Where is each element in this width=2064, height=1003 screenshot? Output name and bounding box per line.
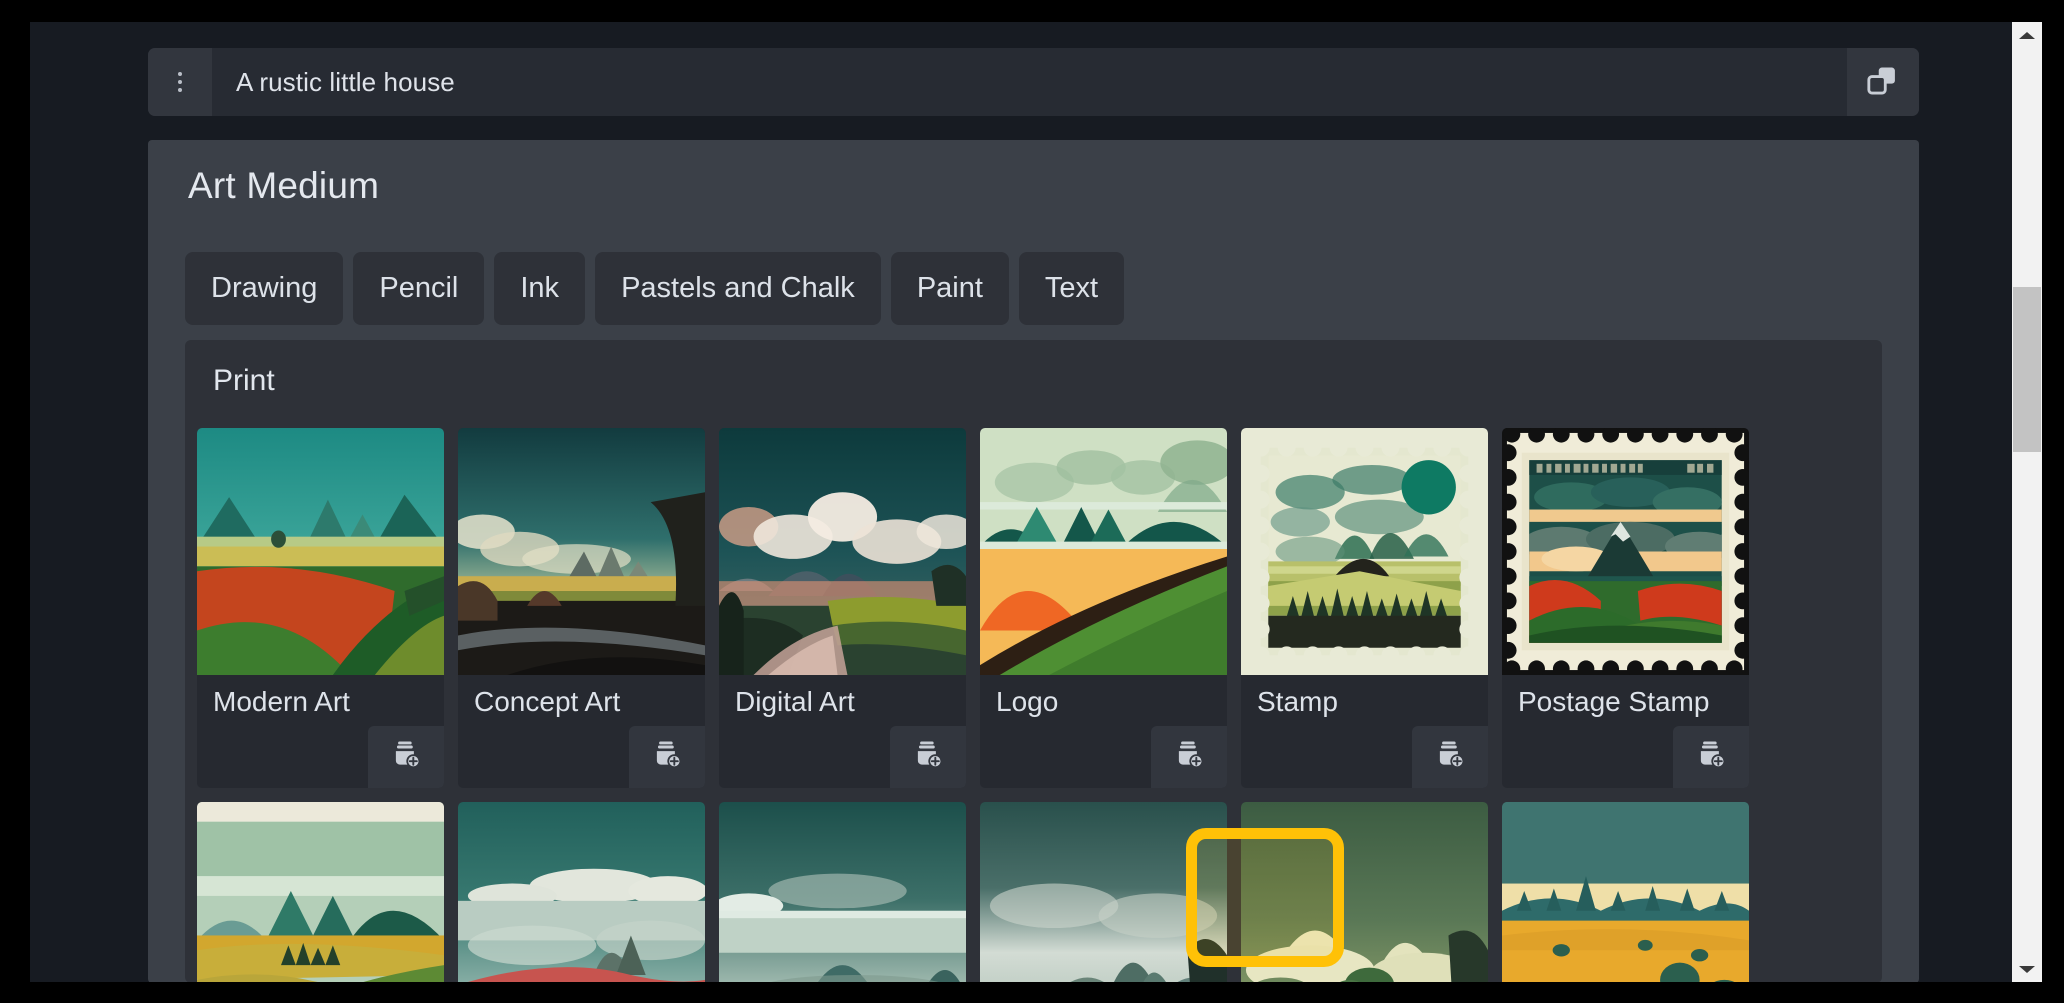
add-to-collection-button-digital-art[interactable] xyxy=(890,726,966,788)
style-card-logo[interactable]: Logo xyxy=(980,428,1227,788)
ink-jar-add-icon xyxy=(910,737,946,778)
style-thumbnail-digital-art xyxy=(719,428,966,675)
scrollbar-thumb[interactable] xyxy=(2013,287,2041,452)
style-thumbnail-row2-3 xyxy=(719,802,966,982)
style-thumbnail-stamp xyxy=(1241,428,1488,675)
style-card-label: Digital Art xyxy=(735,686,855,717)
style-card-label: Modern Art xyxy=(213,686,350,717)
medium-button-ink[interactable]: Ink xyxy=(494,252,586,325)
add-to-collection-button-stamp[interactable] xyxy=(1412,726,1488,788)
kebab-menu-button[interactable] xyxy=(148,48,212,116)
add-to-collection-button-modern-art[interactable] xyxy=(368,726,444,788)
style-card-modern-art[interactable]: Modern Art xyxy=(197,428,444,788)
copy-prompt-button[interactable] xyxy=(1847,48,1919,116)
medium-button-text[interactable]: Text xyxy=(1018,252,1125,325)
add-to-collection-button-logo[interactable] xyxy=(1151,726,1227,788)
style-card-postage-stamp[interactable]: Postage Stamp xyxy=(1502,428,1749,788)
app-window: A rustic little house Art Medium Drawing xyxy=(30,22,2012,982)
section-title: Print xyxy=(213,364,275,397)
add-to-collection-button-concept-art[interactable] xyxy=(629,726,705,788)
ink-jar-add-icon xyxy=(1693,737,1729,778)
style-card-grid: Modern Art Concept Art Digital Art Logo … xyxy=(197,428,1870,982)
style-card-stamp[interactable]: Stamp xyxy=(1241,428,1488,788)
style-card-row2-5[interactable] xyxy=(1241,802,1488,982)
style-card-concept-art[interactable]: Concept Art xyxy=(458,428,705,788)
add-to-collection-button-postage-stamp[interactable] xyxy=(1673,726,1749,788)
ink-jar-add-icon xyxy=(649,737,685,778)
print-section: Print Modern Art Concept Art Digital Art… xyxy=(185,340,1882,982)
scroll-up-button[interactable] xyxy=(2012,22,2042,48)
medium-button-pastels-and-chalk[interactable]: Pastels and Chalk xyxy=(595,252,881,325)
style-card-label: Concept Art xyxy=(474,686,621,717)
style-card-row2-6[interactable] xyxy=(1502,802,1749,982)
scroll-down-button[interactable] xyxy=(2012,956,2042,982)
chevron-down-icon xyxy=(2019,965,2035,973)
prompt-input[interactable]: A rustic little house xyxy=(212,48,1847,116)
medium-button-pencil[interactable]: Pencil xyxy=(353,252,485,325)
medium-button-label: Text xyxy=(1044,272,1099,304)
style-thumbnail-logo xyxy=(980,428,1227,675)
style-thumbnail-row2-6 xyxy=(1502,802,1749,982)
style-thumbnail-row2-2 xyxy=(458,802,705,982)
style-thumbnail-row2-4 xyxy=(980,802,1227,982)
page-title: Art Medium xyxy=(188,165,380,206)
medium-button-row: Drawing Pencil Ink Pastels and Chalk Pai… xyxy=(185,252,1125,325)
medium-button-paint[interactable]: Paint xyxy=(890,252,1009,325)
art-medium-panel: Art Medium Drawing Pencil Ink Pastels an… xyxy=(148,140,1919,982)
screenshot-root: A rustic little house Art Medium Drawing xyxy=(0,0,2064,1003)
style-thumbnail-row2-1 xyxy=(197,802,444,982)
style-card-label: Logo xyxy=(996,686,1059,717)
style-thumbnail-row2-5 xyxy=(1241,802,1488,982)
style-card-label: Stamp xyxy=(1257,686,1338,717)
kebab-menu-icon xyxy=(178,72,182,92)
copy-duplicate-icon xyxy=(1866,63,1900,102)
style-card-row2-3[interactable] xyxy=(719,802,966,982)
ink-jar-add-icon xyxy=(1171,737,1207,778)
chevron-up-icon xyxy=(2019,31,2035,39)
vertical-scrollbar[interactable] xyxy=(2012,22,2042,982)
style-thumbnail-modern-art xyxy=(197,428,444,675)
medium-button-label: Pastels and Chalk xyxy=(621,272,855,304)
ink-jar-add-icon xyxy=(1432,737,1468,778)
medium-button-drawing[interactable]: Drawing xyxy=(185,252,344,325)
prompt-bar: A rustic little house xyxy=(148,48,1919,116)
medium-button-label: Drawing xyxy=(211,272,318,304)
medium-button-label: Pencil xyxy=(379,272,459,304)
style-thumbnail-postage-stamp xyxy=(1502,428,1749,675)
style-card-digital-art[interactable]: Digital Art xyxy=(719,428,966,788)
style-card-label: Postage Stamp xyxy=(1518,686,1710,717)
style-card-row2-1[interactable] xyxy=(197,802,444,982)
style-card-row2-2[interactable] xyxy=(458,802,705,982)
style-card-row2-4[interactable] xyxy=(980,802,1227,982)
medium-button-label: Ink xyxy=(520,272,560,304)
medium-button-label: Paint xyxy=(916,272,983,304)
ink-jar-add-icon xyxy=(388,737,424,778)
style-thumbnail-concept-art xyxy=(458,428,705,675)
